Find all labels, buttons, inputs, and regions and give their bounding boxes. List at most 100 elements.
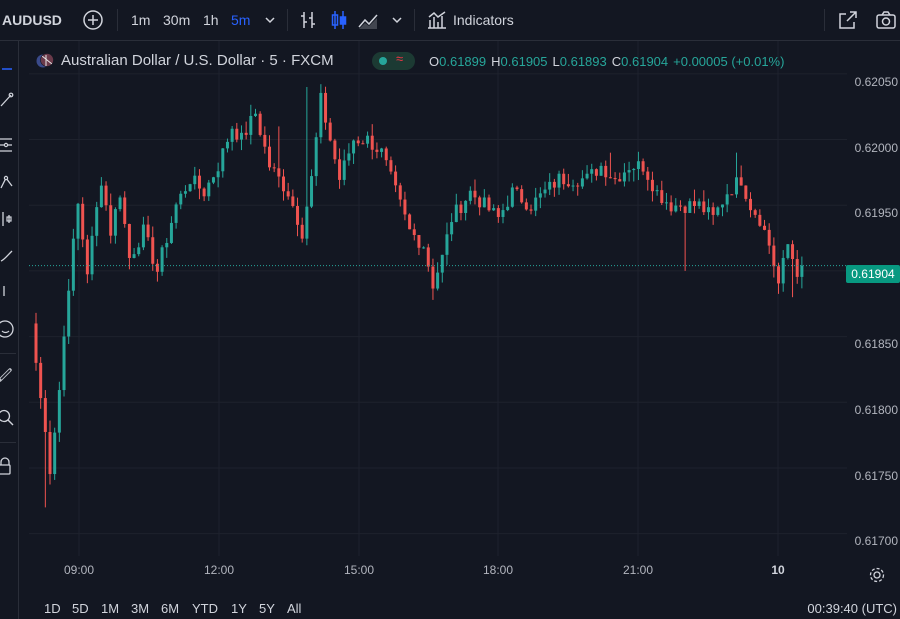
compare-add-icon[interactable] (81, 8, 105, 32)
forecast-tool-icon[interactable] (0, 209, 16, 229)
candle-body (664, 202, 668, 204)
chart-style-chevron-down-icon[interactable] (385, 8, 409, 32)
price-axis[interactable]: 0.62050 0.62000 0.61950 0.61850 0.61800 … (848, 41, 900, 556)
interval-5m-button[interactable]: 5m (231, 0, 250, 40)
text-tool-icon[interactable] (0, 281, 16, 301)
lock-drawings-icon[interactable] (0, 457, 16, 477)
candle-body (777, 266, 781, 284)
zoom-in-icon[interactable] (0, 407, 16, 427)
candle-body (632, 169, 636, 171)
indicators-icon[interactable] (425, 8, 449, 32)
fib-retracement-icon[interactable] (0, 135, 16, 155)
candle-body (361, 143, 365, 145)
range-1m-button[interactable]: 1M (101, 601, 119, 616)
candle-body (71, 238, 75, 291)
price-tick-label: 0.61950 (854, 206, 898, 220)
candle-body (193, 175, 197, 185)
range-1d-button[interactable]: 1D (44, 601, 61, 616)
candle-body (655, 190, 659, 192)
toolbar-divider (117, 9, 118, 31)
candle-body (296, 206, 300, 225)
candle-body (174, 204, 178, 223)
open-key: O (429, 54, 440, 69)
market-open-dot (379, 57, 387, 65)
candle-body (188, 184, 192, 192)
interval-1m-button[interactable]: 1m (131, 0, 150, 40)
candle-body (422, 247, 426, 249)
crosshair-icon[interactable] (0, 59, 16, 79)
candle-body (207, 182, 211, 197)
high-value: 0.61905 (500, 54, 548, 69)
candle-body (85, 239, 89, 275)
range-1y-button[interactable]: 1Y (231, 601, 247, 616)
interval-chevron-down-icon[interactable] (258, 8, 282, 32)
candle-body (216, 171, 220, 178)
candle-body (431, 266, 435, 289)
candle-body (753, 210, 757, 215)
range-6m-button[interactable]: 6M (161, 601, 179, 616)
candle-body (758, 214, 762, 226)
candle-body (235, 128, 239, 140)
candle-body (338, 159, 342, 180)
candles-style-icon[interactable] (327, 8, 351, 32)
candle-body (520, 189, 524, 203)
candle-body (380, 148, 384, 152)
candle-body (585, 173, 589, 179)
range-5y-button[interactable]: 5Y (259, 601, 275, 616)
interval-1h-button[interactable]: 1h (203, 0, 219, 40)
range-ytd-button[interactable]: YTD (192, 601, 218, 616)
candle-body (650, 179, 654, 192)
interval-30m-button[interactable]: 30m (163, 0, 190, 40)
area-style-icon[interactable] (356, 8, 380, 32)
price-chart[interactable] (29, 41, 847, 556)
candle-body (67, 290, 71, 337)
candle-body (310, 176, 314, 207)
trend-line-icon[interactable] (0, 89, 16, 109)
candle-body (482, 197, 486, 208)
candle-body (618, 179, 622, 182)
candle-body (501, 210, 505, 217)
low-value: 0.61893 (559, 54, 607, 69)
candle-body (319, 92, 323, 138)
candle-body (496, 208, 500, 217)
camera-icon[interactable] (874, 8, 898, 32)
indicators-button[interactable]: Indicators (453, 0, 514, 40)
pattern-tool-icon[interactable] (0, 172, 16, 192)
popout-icon[interactable] (836, 8, 860, 32)
candle-body (548, 181, 552, 190)
brush-icon[interactable] (0, 245, 16, 265)
ruler-icon[interactable] (0, 366, 16, 386)
settings-gear-icon[interactable] (868, 566, 886, 584)
chart-title[interactable]: Australian Dollar / U.S. Dollar · 5 · FX… (61, 52, 334, 70)
candle-body (692, 201, 696, 206)
price-tick-label: 0.61800 (854, 403, 898, 417)
emoji-icon[interactable] (0, 319, 16, 339)
candle-body (34, 323, 38, 363)
time-tick-label: 15:00 (343, 563, 375, 577)
candlestick-chart[interactable] (29, 41, 847, 556)
candle-body (534, 197, 538, 211)
market-status-badge[interactable]: ≈ (372, 51, 415, 70)
candle-body (562, 173, 566, 185)
range-5d-button[interactable]: 5D (72, 601, 89, 616)
candle-body (716, 207, 720, 215)
candle-body (253, 113, 257, 116)
symbol-search-button[interactable]: AUDUSD (2, 0, 62, 40)
last-price-label: 0.61904 (846, 265, 900, 283)
bar-style-icon[interactable] (296, 8, 320, 32)
candle-body (300, 224, 304, 239)
price-tick-label: 0.61750 (854, 469, 898, 483)
candle-body (389, 160, 393, 172)
candle-body (132, 254, 136, 258)
candle-body (408, 214, 412, 230)
open-value: 0.61899 (439, 54, 487, 69)
utc-clock[interactable]: 00:39:40 (UTC) (807, 601, 897, 616)
candle-body (169, 222, 173, 243)
candle-body (230, 128, 234, 142)
time-axis[interactable]: 09:00 12:00 15:00 18:00 21:00 10 (29, 560, 847, 584)
range-all-button[interactable]: All (287, 601, 301, 616)
candle-body (674, 205, 678, 212)
candle-body (590, 169, 594, 174)
candle-body (571, 185, 575, 187)
range-3m-button[interactable]: 3M (131, 601, 149, 616)
